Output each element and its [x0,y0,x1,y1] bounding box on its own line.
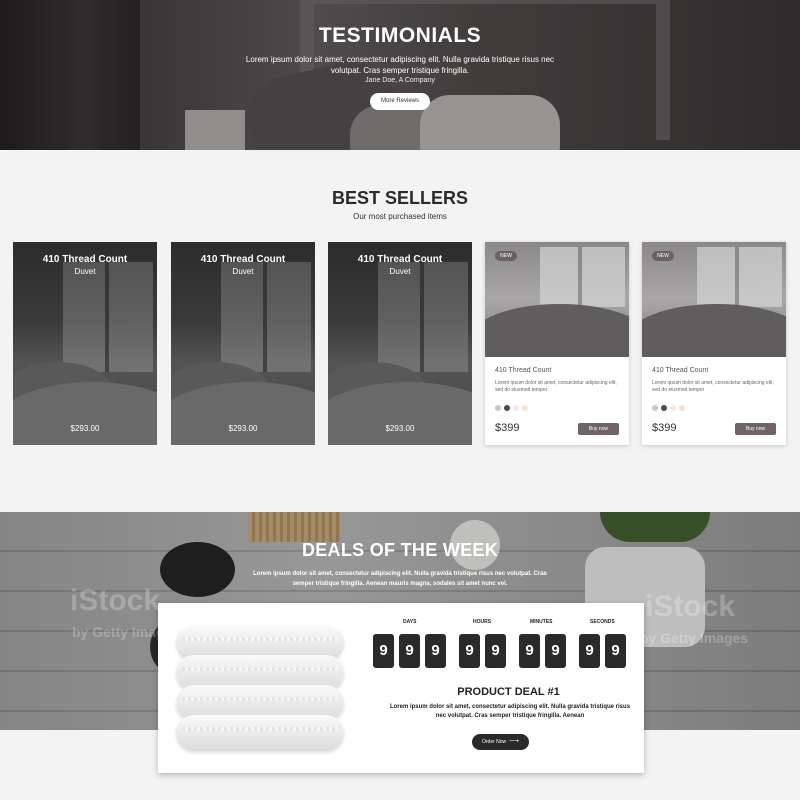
watermark: iStock [645,590,736,623]
days-digit: 9 [425,634,446,668]
deals-title: DEALS OF THE WEEK [301,540,499,560]
product-price: $293.00 [228,424,258,433]
best-sellers-subtitle: Our most purchased items [353,212,447,221]
seconds-digit: 9 [579,634,600,668]
deal-card: DAYS HOURS MINUTES SECONDS 9 9 9 9 9 9 9… [158,603,644,773]
color-swatch[interactable] [513,405,519,411]
order-now-button[interactable]: Order Now ⟶ [472,734,529,750]
testimonials-section: TESTIMONIALS Lorem ipsum dolor sit amet,… [0,0,800,150]
card-window-image [221,262,311,372]
hours-digit: 9 [485,634,506,668]
product-card[interactable]: NEW 410 Thread Count Lorem ipsum dolor s… [642,242,786,445]
product-title: 410 Thread Count [357,254,443,265]
minutes-digit: 9 [545,634,566,668]
hours-label: HOURS [473,619,492,625]
days-digit: 9 [399,634,420,668]
product-title: 410 Thread Count [200,254,286,265]
color-swatch[interactable] [661,405,667,411]
seconds-digit: 9 [605,634,626,668]
deal-product-description: Lorem ipsum dolor sit amet, consectetur … [389,704,631,719]
color-swatches [495,405,528,411]
deals-description: Lorem ipsum dolor sit amet, consectetur … [253,571,547,587]
product-description: Lorem ipsum dolor sit amet, consectetur … [652,380,774,393]
color-swatch[interactable] [495,405,501,411]
order-now-label: Order Now [482,739,507,745]
color-swatch[interactable] [522,405,528,411]
product-card[interactable]: 410 Thread Count Duvet $293.00 [13,242,157,445]
product-title: 410 Thread Count [495,367,552,374]
product-subtitle: Duvet [389,267,411,276]
new-badge: NEW [652,251,674,261]
testimonial-author: Jane Doe, A Company [365,77,435,84]
card-window-image [63,262,153,372]
buy-now-button[interactable]: Buy now [578,423,619,435]
deal-product-name: PRODUCT DEAL #1 [457,686,560,698]
product-card[interactable]: 410 Thread Count Duvet $293.00 [328,242,472,445]
days-label: DAYS [403,619,417,625]
card-blanket-image [485,304,629,357]
product-price: $293.00 [70,424,100,433]
minutes-label: MINUTES [530,619,553,625]
product-price: $399 [495,422,520,434]
card-blanket-image [171,382,315,445]
best-sellers-title: BEST SELLERS [331,188,469,208]
card-blanket-image [13,382,157,445]
card-window-image [378,262,468,372]
towels-image [158,603,373,773]
color-swatch[interactable] [679,405,685,411]
product-card[interactable]: NEW 410 Thread Count Lorem ipsum dolor s… [485,242,629,445]
product-subtitle: Duvet [74,267,96,276]
testimonials-content: TESTIMONIALS Lorem ipsum dolor sit amet,… [0,0,800,110]
arrow-right-icon: ⟶ [508,738,519,745]
testimonial-quote: Lorem ipsum dolor sit amet, consectetur … [245,55,555,75]
watermark: iStock [70,584,161,617]
product-subtitle: Duvet [232,267,254,276]
new-badge: NEW [495,251,517,261]
product-price: $399 [652,422,677,434]
hours-digit: 9 [459,634,480,668]
color-swatch[interactable] [670,405,676,411]
testimonials-title: TESTIMONIALS [318,24,482,47]
buy-now-button[interactable]: Buy now [735,423,776,435]
card-window-image [697,247,782,307]
card-window-image [540,247,625,307]
color-swatches [652,405,685,411]
card-blanket-image [642,304,786,357]
color-swatch[interactable] [652,405,658,411]
product-price: $293.00 [385,424,415,433]
card-blanket-image [328,382,472,445]
towel-fold [176,715,344,751]
product-title: 410 Thread Count [652,367,709,374]
more-reviews-button[interactable]: More Reviews [370,93,430,110]
seconds-label: SECONDS [590,619,615,625]
minutes-digit: 9 [519,634,540,668]
product-title: 410 Thread Count [42,254,128,265]
days-digit: 9 [373,634,394,668]
color-swatch[interactable] [504,405,510,411]
product-card[interactable]: 410 Thread Count Duvet $293.00 [171,242,315,445]
watermark: by Getty Images [640,630,749,646]
product-description: Lorem ipsum dolor sit amet, consectetur … [495,380,617,393]
